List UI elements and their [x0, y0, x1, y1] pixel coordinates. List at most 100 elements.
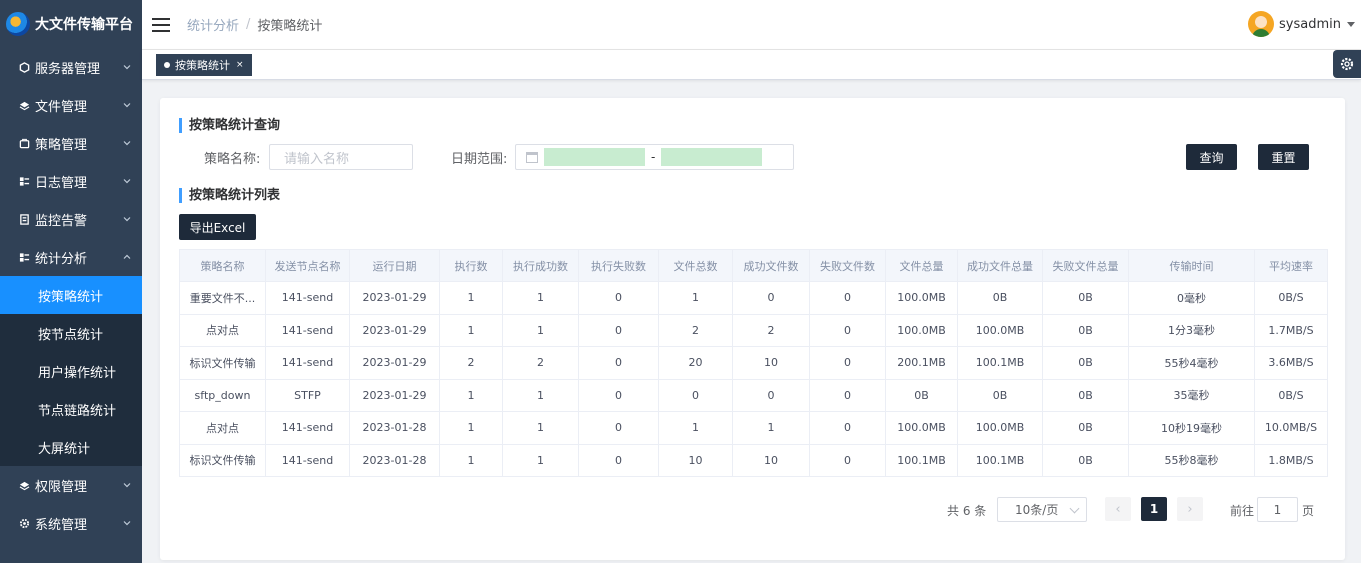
sidebar-item-user-op-stats[interactable]: 用户操作统计: [0, 352, 142, 390]
table-cell: 0: [578, 313, 659, 347]
table-cell: 35毫秒: [1128, 378, 1255, 412]
table-cell: 1: [439, 378, 503, 412]
reset-button[interactable]: 重置: [1258, 144, 1309, 170]
table-cell: 2023-01-29: [349, 378, 440, 412]
page-size-value: 10条/页: [1015, 503, 1059, 517]
sidebar-item-bigscreen-stats[interactable]: 大屏统计: [0, 428, 142, 466]
sidebar-item-policy-stats[interactable]: 按策略统计: [0, 276, 142, 314]
table-cell: 2023-01-28: [349, 443, 440, 477]
settings-button[interactable]: [1333, 50, 1361, 78]
list-icon: [18, 251, 30, 263]
monitor-icon: [18, 213, 30, 225]
table-cell: 0B: [1042, 313, 1129, 347]
prev-page-button[interactable]: ‹: [1105, 497, 1131, 521]
main-card: 按策略统计查询 策略名称: 请输入名称 日期范围: - 查询 重置 按策略统计列…: [160, 98, 1345, 560]
date-range-label: 日期范围:: [451, 152, 508, 167]
table-cell: 重要文件不...: [179, 281, 266, 315]
table-cell: 1: [502, 313, 579, 347]
close-icon[interactable]: ×: [236, 60, 244, 70]
table-cell: 0B: [1042, 281, 1129, 315]
table-cell: 0B: [957, 281, 1043, 315]
table-cell: 2: [502, 346, 579, 380]
column-header: 运行日期: [349, 249, 440, 282]
table-cell: 1: [439, 443, 503, 477]
table-cell: 100.0MB: [957, 411, 1043, 445]
sidebar-item-server[interactable]: 服务器管理: [0, 48, 142, 86]
table-row: 点对点 141-send 2023-01-28 1 1 0 1 1 0 100.0MB 100.0M…: [179, 411, 1328, 445]
table-cell: 1: [502, 281, 579, 315]
sidebar-item-log[interactable]: 日志管理: [0, 162, 142, 200]
page-number-current[interactable]: 1: [1141, 497, 1167, 521]
table-cell: 0: [809, 281, 886, 315]
table-cell: sftp_down: [179, 378, 266, 412]
table-cell: 0: [578, 346, 659, 380]
table-cell: 0: [809, 378, 886, 412]
next-page-button[interactable]: ›: [1177, 497, 1203, 521]
table-cell: 0: [732, 281, 810, 315]
page-unit-label: 页: [1302, 504, 1315, 518]
table-cell: 1: [658, 281, 733, 315]
table-cell: STFP: [265, 378, 350, 412]
calendar-icon: [526, 151, 538, 163]
sidebar-item-stats[interactable]: 统计分析: [0, 238, 142, 276]
table-cell: 2: [658, 313, 733, 347]
table-cell: 0B/S: [1254, 378, 1328, 412]
table-cell: 点对点: [179, 411, 266, 445]
column-header: 执行成功数: [502, 249, 579, 282]
table-cell: 0: [809, 313, 886, 347]
table-cell: 100.0MB: [885, 313, 958, 347]
table-cell: 10: [732, 346, 810, 380]
stats-table: 策略名称 发送节点名称 运行日期 执行数 执行成功数 执行失败数 文件总数 成功文件数 失败文件…: [179, 249, 1328, 477]
table-cell: 2023-01-28: [349, 411, 440, 445]
sidebar-item-policy[interactable]: 策略管理: [0, 124, 142, 162]
dot-icon: [164, 62, 170, 68]
top-header: 统计分析 / 按策略统计 sysadmin: [142, 0, 1361, 50]
table-cell: 100.1MB: [957, 443, 1043, 477]
tags-view: 按策略统计 ×: [142, 50, 1361, 80]
table-cell: 1: [439, 411, 503, 445]
chevron-down-icon: [123, 483, 131, 488]
column-header: 执行失败数: [578, 249, 659, 282]
column-header: 执行数: [439, 249, 503, 282]
sidebar-item-monitor[interactable]: 监控告警: [0, 200, 142, 238]
tag-policy-stats[interactable]: 按策略统计 ×: [156, 54, 252, 76]
sidebar-item-file[interactable]: 文件管理: [0, 86, 142, 124]
table-cell: 100.1MB: [957, 346, 1043, 380]
hamburger-icon[interactable]: [152, 17, 170, 32]
search-button[interactable]: 查询: [1186, 144, 1237, 170]
sidebar-item-node-stats[interactable]: 按节点统计: [0, 314, 142, 352]
table-cell: 2023-01-29: [349, 281, 440, 315]
goto-page-input[interactable]: 1: [1257, 497, 1298, 522]
table-cell: 1: [439, 281, 503, 315]
policy-name-input[interactable]: 请输入名称: [269, 144, 413, 170]
table-cell: 100.1MB: [885, 443, 958, 477]
user-menu[interactable]: sysadmin: [1248, 11, 1355, 37]
page-size-select[interactable]: 10条/页: [997, 497, 1087, 522]
sidebar-item-link-stats[interactable]: 节点链路统计: [0, 390, 142, 428]
breadcrumb-item[interactable]: 统计分析: [187, 15, 239, 34]
column-header: 失败文件总量: [1042, 249, 1129, 282]
table-cell: 1.7MB/S: [1254, 313, 1328, 347]
sidebar-item-system[interactable]: 系统管理: [0, 504, 142, 542]
app-logo[interactable]: 大文件传输平台: [0, 0, 142, 48]
table-cell: 55秒8毫秒: [1128, 443, 1255, 477]
breadcrumb-separator: /: [246, 17, 251, 32]
sidebar-item-permission[interactable]: 权限管理: [0, 466, 142, 504]
table-cell: 141-send: [265, 313, 350, 347]
start-date-input[interactable]: [544, 148, 645, 166]
export-excel-button[interactable]: 导出Excel: [179, 214, 256, 240]
table-cell: 0B: [1042, 346, 1129, 380]
table-cell: 200.1MB: [885, 346, 958, 380]
table-cell: 141-send: [265, 411, 350, 445]
list-icon: [18, 175, 30, 187]
end-date-input[interactable]: [661, 148, 763, 166]
gear-icon: [1340, 57, 1354, 71]
column-header: 失败文件数: [809, 249, 886, 282]
table-cell: 0B: [885, 378, 958, 412]
chevron-up-icon: [123, 254, 131, 259]
date-range-picker[interactable]: -: [515, 144, 794, 170]
table-cell: 2: [439, 346, 503, 380]
table-cell: 3.6MB/S: [1254, 346, 1328, 380]
column-header: 策略名称: [179, 249, 266, 282]
table-cell: 1分3毫秒: [1128, 313, 1255, 347]
